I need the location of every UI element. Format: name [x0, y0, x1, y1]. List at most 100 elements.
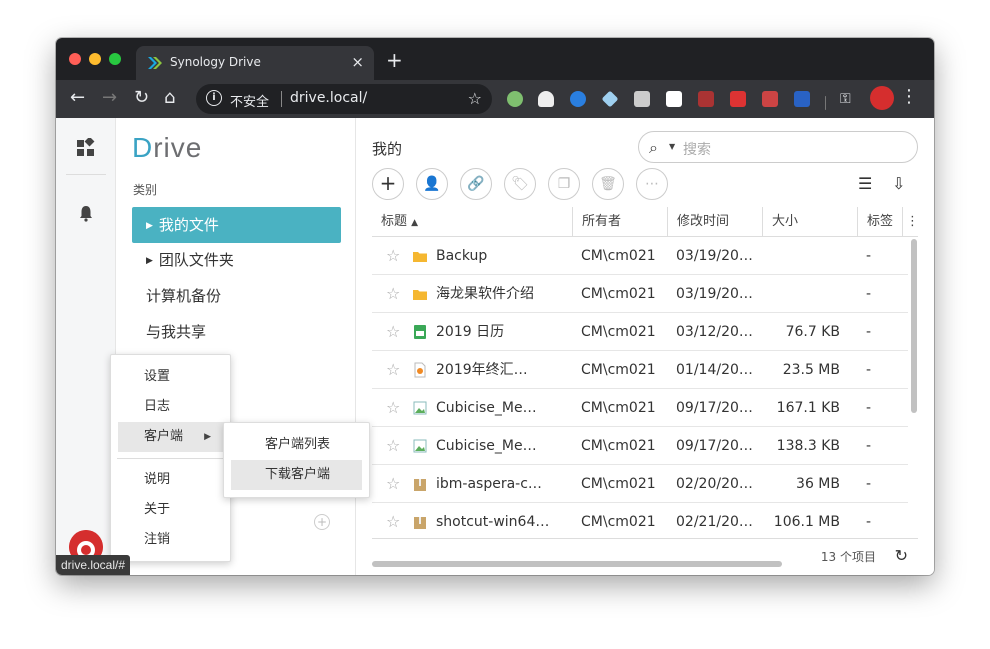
submenu-item-download-client[interactable]: 下载客户端: [231, 460, 362, 490]
table-row[interactable]: ☆ 2019年终汇… CM\cm021 01/14/20… 23.5 MB -: [372, 351, 908, 389]
sidebar-item-my-files[interactable]: ▶ 我的文件: [132, 207, 341, 243]
create-button[interactable]: +: [372, 168, 404, 200]
column-modified[interactable]: 修改时间: [668, 207, 763, 237]
menu-item-about[interactable]: 关于: [111, 495, 230, 525]
more-icon[interactable]: ⋯: [636, 168, 668, 200]
search-input[interactable]: ⌕ ▼ 搜索: [638, 131, 918, 163]
table-row[interactable]: ☆ ibm-aspera-c… CM\cm021 02/20/20… 36 MB -: [372, 465, 908, 503]
sidebar-item-computer-backup[interactable]: 计算机备份: [132, 278, 341, 314]
favorite-star-icon[interactable]: ☆: [386, 389, 402, 427]
apps-grid-icon[interactable]: [77, 138, 95, 156]
extension-i-icon[interactable]: [666, 91, 682, 107]
tab-title: Synology Drive: [170, 55, 261, 69]
menu-item-logout[interactable]: 注销: [111, 525, 230, 555]
tab-close-icon[interactable]: ×: [351, 53, 364, 71]
extension-ublock-icon[interactable]: [698, 91, 714, 107]
extension-cloud-icon[interactable]: [538, 91, 554, 107]
notification-bell-icon[interactable]: [77, 204, 95, 222]
breadcrumb[interactable]: 我的: [372, 138, 402, 159]
browser-menu-icon[interactable]: ⋮: [900, 88, 918, 106]
file-modified: 02/20/20…: [676, 476, 753, 492]
back-icon[interactable]: ←: [70, 88, 85, 108]
refresh-icon[interactable]: ↻: [895, 546, 908, 565]
file-tag: -: [866, 438, 872, 454]
extension-badge-icon[interactable]: [762, 91, 778, 107]
table-row[interactable]: ☆ 2019 日历 CM\cm021 03/12/20… 76.7 KB -: [372, 313, 908, 351]
url-text[interactable]: drive.local/: [290, 90, 367, 106]
file-name: 2019年终汇…: [436, 362, 528, 378]
column-title[interactable]: 标题 ▲: [372, 207, 573, 237]
home-icon[interactable]: ⌂: [164, 88, 175, 108]
menu-item-client[interactable]: 客户端 ▶: [118, 422, 225, 452]
vertical-scrollbar[interactable]: [911, 239, 917, 413]
sort-icon[interactable]: ⇩: [892, 174, 905, 193]
file-owner: CM\cm021: [581, 400, 656, 416]
file-tag: -: [866, 476, 872, 492]
favorite-star-icon[interactable]: ☆: [386, 313, 402, 351]
menu-item-log[interactable]: 日志: [111, 392, 230, 422]
table-row[interactable]: ☆ 海龙果软件介绍 CM\cm021 03/19/20… -: [372, 275, 908, 313]
favorite-star-icon[interactable]: ☆: [386, 503, 402, 537]
favorite-star-icon[interactable]: ☆: [386, 275, 402, 313]
menu-item-settings[interactable]: 设置: [111, 362, 230, 392]
extension-camera-icon[interactable]: [634, 91, 650, 107]
maximize-window-button[interactable]: [109, 53, 121, 65]
column-label: 大小: [772, 214, 799, 229]
copy-icon[interactable]: ❐: [548, 168, 580, 200]
table-row[interactable]: ☆ Cubicise_Me… CM\cm021 09/17/20… 167.1 KB -: [372, 389, 908, 427]
trash-icon[interactable]: 🗑: [592, 168, 624, 200]
extension-1-icon[interactable]: [507, 91, 523, 107]
expand-caret-icon[interactable]: ▶: [146, 208, 153, 244]
file-list: ☆ Backup CM\cm021 03/19/20… - ☆ 海龙果软件介绍 CM\cm02…: [372, 237, 908, 537]
close-window-button[interactable]: [69, 53, 81, 65]
site-info-icon[interactable]: i: [206, 90, 222, 106]
file-owner: CM\cm021: [581, 248, 656, 264]
sidebar-item-team-folders[interactable]: ▶ 团队文件夹: [132, 242, 341, 278]
add-icon[interactable]: +: [314, 514, 330, 530]
chevron-down-icon[interactable]: ▼: [669, 142, 675, 151]
favorite-star-icon[interactable]: ☆: [386, 427, 402, 465]
minimize-window-button[interactable]: [89, 53, 101, 65]
expand-caret-icon[interactable]: ▶: [146, 243, 153, 279]
bookmark-star-icon[interactable]: ☆: [468, 89, 482, 108]
reload-icon[interactable]: ↻: [134, 88, 149, 108]
extension-diamond-icon[interactable]: [601, 90, 619, 108]
column-label: 标题: [381, 214, 408, 229]
favorite-star-icon[interactable]: ☆: [386, 465, 402, 503]
file-tag: -: [866, 514, 872, 530]
file-modified: 09/17/20…: [676, 438, 753, 454]
table-row[interactable]: ☆ Cubicise_Me… CM\cm021 09/17/20… 138.3 KB -: [372, 427, 908, 465]
key-icon[interactable]: ⚿: [840, 91, 856, 107]
browser-tab[interactable]: Synology Drive ×: [136, 46, 374, 80]
table-row[interactable]: ☆ shotcut-win64… CM\cm021 02/21/20… 106.1 MB…: [372, 503, 908, 537]
tag-icon[interactable]: 🏷: [504, 168, 536, 200]
favorite-star-icon[interactable]: ☆: [386, 237, 402, 275]
file-modified: 02/21/20…: [676, 514, 753, 530]
column-owner[interactable]: 所有者: [573, 207, 668, 237]
omnibox[interactable]: i 不安全 drive.local/ ☆: [196, 84, 492, 114]
forward-icon[interactable]: →: [102, 88, 117, 108]
extension-red-icon[interactable]: [730, 91, 746, 107]
favorite-star-icon[interactable]: ☆: [386, 351, 402, 389]
extension-blue-icon[interactable]: [794, 91, 810, 107]
list-view-icon[interactable]: ☰: [858, 174, 872, 193]
column-label: 标签: [867, 214, 894, 229]
menu-item-help[interactable]: 说明: [111, 465, 230, 495]
file-name: 2019 日历: [436, 324, 505, 340]
submenu-item-client-list[interactable]: 客户端列表: [224, 430, 369, 460]
folder-icon: [413, 290, 427, 300]
column-tag[interactable]: 标签: [858, 207, 903, 237]
new-tab-button[interactable]: +: [386, 50, 403, 70]
extension-sync-icon[interactable]: [570, 91, 586, 107]
link-icon[interactable]: 🔗: [460, 168, 492, 200]
column-size[interactable]: 大小: [763, 207, 858, 237]
table-row[interactable]: ☆ Backup CM\cm021 03/19/20… -: [372, 237, 908, 275]
profile-avatar-icon[interactable]: [870, 86, 894, 110]
column-menu-icon[interactable]: ⋮: [903, 207, 919, 237]
sidebar-item-shared-with-me[interactable]: 与我共享: [132, 314, 341, 350]
client-submenu: 客户端列表 下载客户端: [223, 422, 370, 498]
add-user-icon[interactable]: 👤: [416, 168, 448, 200]
horizontal-scrollbar[interactable]: [372, 561, 782, 567]
file-size: 106.1 MB: [773, 514, 840, 530]
omnibox-divider: [281, 91, 282, 107]
